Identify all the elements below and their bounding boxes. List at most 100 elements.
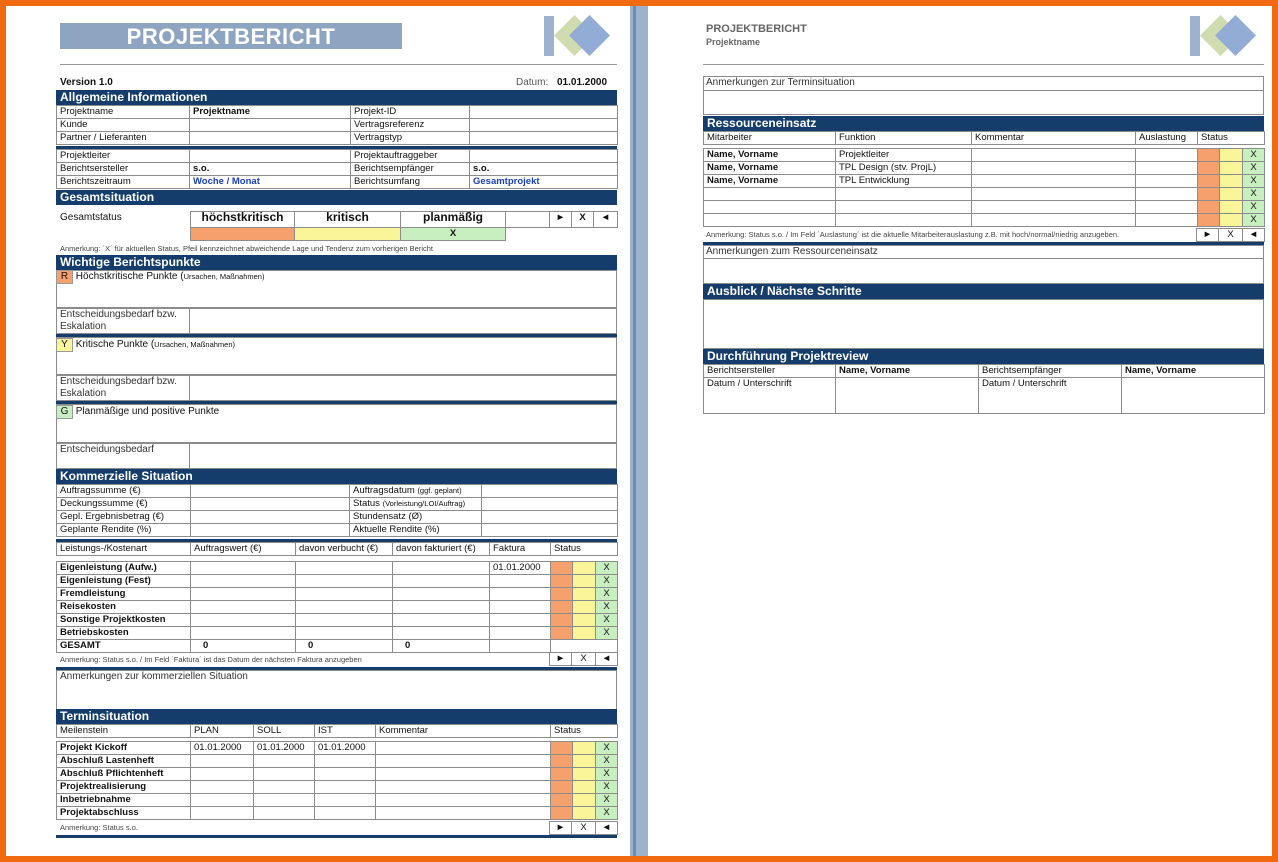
value[interactable]	[481, 497, 618, 511]
amount-cell[interactable]	[295, 613, 393, 627]
status-red[interactable]	[550, 587, 573, 601]
value[interactable]: Name, Vorname	[835, 364, 979, 378]
amount-cell[interactable]	[392, 587, 490, 601]
status-yellow[interactable]	[572, 600, 596, 614]
faktura-cell[interactable]	[489, 613, 551, 627]
comment-cell[interactable]	[971, 200, 1136, 214]
soll-date[interactable]	[253, 767, 315, 781]
value[interactable]	[481, 510, 618, 524]
comment-cell[interactable]	[971, 213, 1136, 227]
amount-cell[interactable]	[392, 561, 490, 575]
status-yellow[interactable]	[1219, 161, 1243, 175]
status-red[interactable]	[1197, 213, 1220, 227]
utilization-cell[interactable]	[1135, 174, 1198, 188]
faktura-cell[interactable]: 01.01.2000	[489, 561, 551, 575]
value[interactable]	[469, 105, 618, 119]
status-cell-green[interactable]: X	[400, 227, 506, 241]
function-cell[interactable]: Projektleiter	[835, 148, 972, 162]
status-red[interactable]	[1197, 148, 1220, 162]
amount-cell[interactable]	[295, 600, 393, 614]
ist-date[interactable]: 01.01.2000	[314, 741, 376, 755]
status-green[interactable]: X	[595, 767, 618, 781]
arrow-left-icon[interactable]: ◄	[595, 652, 618, 666]
status-red[interactable]	[550, 806, 573, 820]
comment-cell[interactable]	[375, 741, 551, 755]
status-green[interactable]: X	[595, 780, 618, 794]
comment-cell[interactable]	[971, 174, 1136, 188]
value[interactable]	[469, 149, 618, 163]
status-green[interactable]: X	[595, 754, 618, 768]
value[interactable]	[469, 118, 618, 132]
faktura-cell[interactable]	[489, 626, 551, 640]
comment-cell[interactable]	[971, 187, 1136, 201]
status-red[interactable]	[550, 626, 573, 640]
status-yellow[interactable]	[1219, 213, 1243, 227]
function-cell[interactable]	[835, 200, 972, 214]
plan-date[interactable]	[190, 780, 254, 794]
ist-date[interactable]	[314, 793, 376, 807]
amount-cell[interactable]	[190, 613, 296, 627]
value[interactable]	[189, 118, 351, 132]
employee-name[interactable]: Name, Vorname	[703, 148, 836, 162]
utilization-cell[interactable]	[1135, 213, 1198, 227]
soll-date[interactable]: 01.01.2000	[253, 741, 315, 755]
status-yellow[interactable]	[572, 587, 596, 601]
ist-date[interactable]	[314, 754, 376, 768]
status-yellow[interactable]	[1219, 200, 1243, 214]
amount-cell[interactable]	[295, 626, 393, 640]
signature-field[interactable]	[1121, 377, 1265, 414]
amount-cell[interactable]	[295, 574, 393, 588]
amount-cell[interactable]	[295, 587, 393, 601]
status-yellow[interactable]	[572, 754, 596, 768]
soll-date[interactable]	[253, 806, 315, 820]
status-yellow[interactable]	[1219, 174, 1243, 188]
status-cell-red[interactable]	[190, 227, 295, 241]
value[interactable]: s.o.	[189, 162, 351, 176]
status-yellow[interactable]	[572, 806, 596, 820]
employee-name[interactable]	[703, 187, 836, 201]
arrow-right-icon[interactable]: ►	[549, 211, 572, 228]
value[interactable]: s.o.	[469, 162, 618, 176]
utilization-cell[interactable]	[1135, 148, 1198, 162]
status-green[interactable]: X	[595, 793, 618, 807]
x-mark[interactable]: X	[571, 211, 594, 228]
ist-date[interactable]	[314, 780, 376, 794]
status-yellow[interactable]	[1219, 148, 1243, 162]
faktura-cell[interactable]	[489, 587, 551, 601]
employee-name[interactable]	[703, 213, 836, 227]
status-red[interactable]	[550, 767, 573, 781]
amount-cell[interactable]	[392, 626, 490, 640]
function-cell[interactable]: TPL Design (stv. ProjL)	[835, 161, 972, 175]
status-green[interactable]: X	[1242, 148, 1265, 162]
employee-name[interactable]	[703, 200, 836, 214]
ist-date[interactable]	[314, 767, 376, 781]
utilization-cell[interactable]	[1135, 187, 1198, 201]
function-cell[interactable]: TPL Entwicklung	[835, 174, 972, 188]
soll-date[interactable]	[253, 780, 315, 794]
status-red[interactable]	[1197, 161, 1220, 175]
status-red[interactable]	[550, 793, 573, 807]
comment-cell[interactable]	[375, 780, 551, 794]
status-green[interactable]: X	[595, 561, 618, 575]
status-green[interactable]: X	[595, 587, 618, 601]
status-green[interactable]: X	[595, 806, 618, 820]
value[interactable]	[190, 510, 350, 524]
employee-name[interactable]: Name, Vorname	[703, 161, 836, 175]
amount-cell[interactable]	[392, 600, 490, 614]
plan-date[interactable]	[190, 754, 254, 768]
comment-cell[interactable]	[375, 793, 551, 807]
status-yellow[interactable]	[572, 767, 596, 781]
arrow-right-icon[interactable]: ►	[549, 821, 572, 835]
status-yellow[interactable]	[1219, 187, 1243, 201]
comment-cell[interactable]	[375, 806, 551, 820]
value[interactable]	[190, 497, 350, 511]
arrow-left-icon[interactable]: ◄	[595, 821, 618, 835]
comment-cell[interactable]	[375, 754, 551, 768]
status-red[interactable]	[550, 561, 573, 575]
value[interactable]	[190, 523, 350, 537]
plan-date[interactable]	[190, 793, 254, 807]
outlook-box[interactable]	[703, 299, 1264, 349]
utilization-cell[interactable]	[1135, 200, 1198, 214]
status-green[interactable]: X	[595, 574, 618, 588]
amount-cell[interactable]	[190, 626, 296, 640]
